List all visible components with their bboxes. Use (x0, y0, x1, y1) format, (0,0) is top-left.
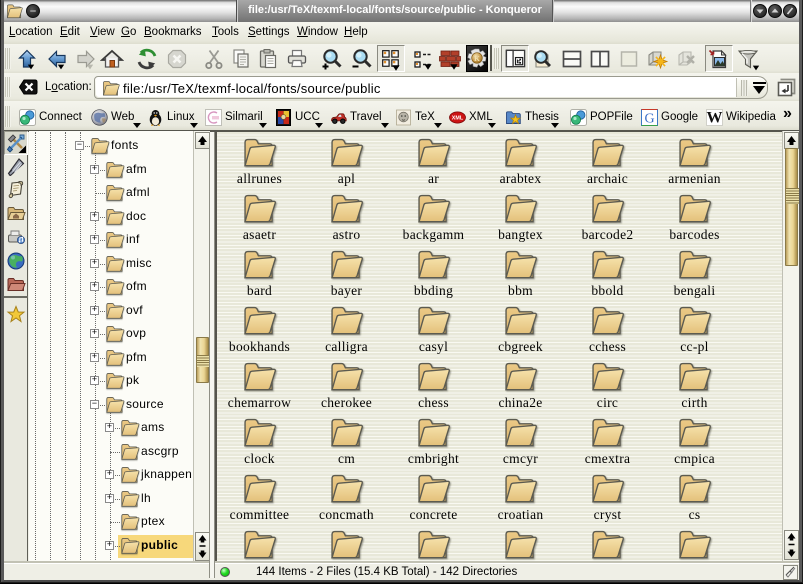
svg-text:K: K (474, 54, 480, 63)
svg-text:XML: XML (452, 115, 464, 121)
svg-text:W: W (707, 109, 723, 126)
svg-text:G: G (644, 111, 654, 126)
